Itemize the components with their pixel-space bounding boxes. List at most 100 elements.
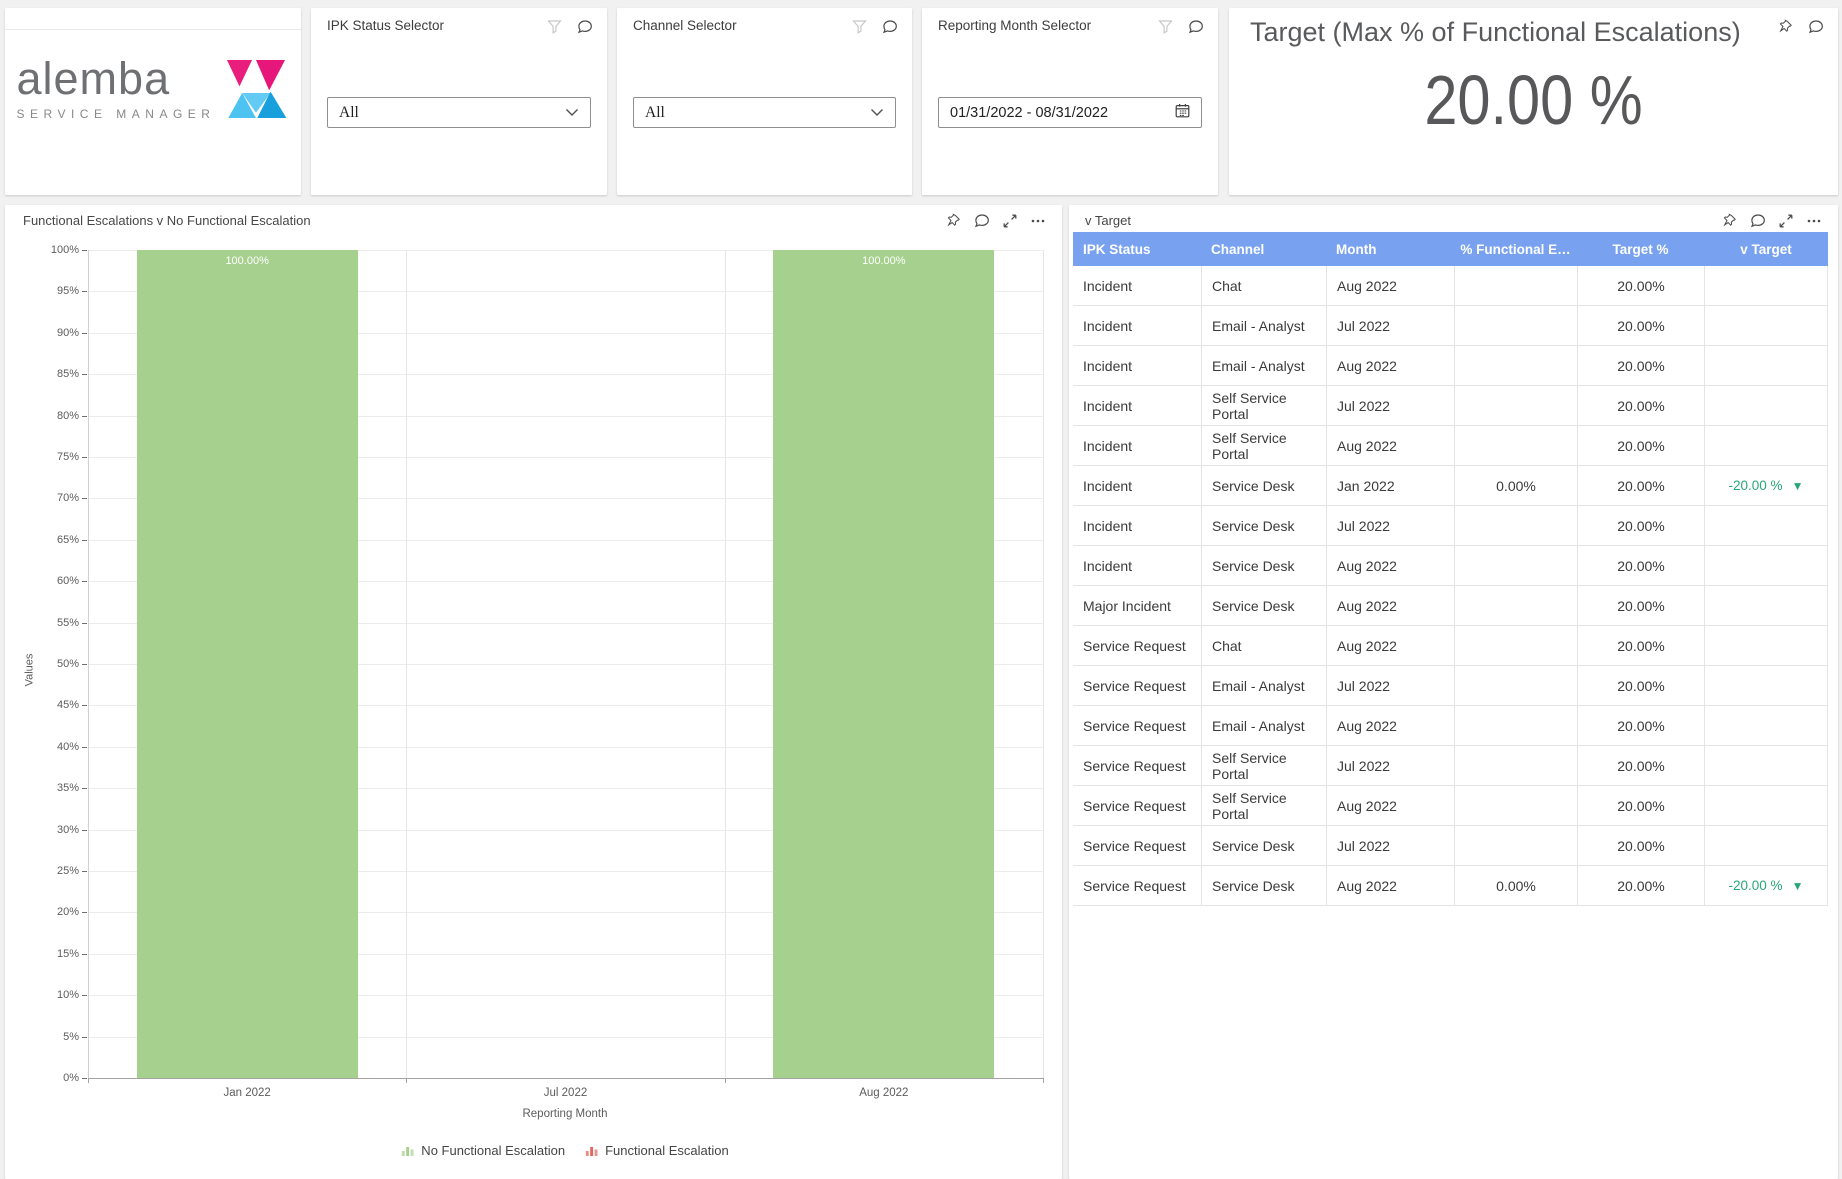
cell-target_pct: 20.00% — [1577, 586, 1704, 625]
v-target-delta-value: -20.00 % — [1729, 878, 1783, 893]
column-header-v_target[interactable]: v Target — [1704, 232, 1828, 266]
y-tick-mark — [82, 540, 87, 541]
table-row[interactable]: Service RequestSelf Service PortalAug 20… — [1073, 786, 1828, 826]
cell-ipk_status: Service Request — [1073, 746, 1201, 785]
y-tick-label: 40% — [39, 741, 79, 753]
table-panel-title: v Target — [1085, 213, 1131, 228]
y-tick-mark — [82, 250, 87, 251]
column-header-channel[interactable]: Channel — [1201, 232, 1326, 266]
y-tick-label: 15% — [39, 948, 79, 960]
y-tick-label: 0% — [39, 1072, 79, 1084]
table-row[interactable]: IncidentSelf Service PortalAug 202220.00… — [1073, 426, 1828, 466]
reporting-month-range-input[interactable]: 01/31/2022 - 08/31/2022 — [938, 97, 1202, 128]
logo-card-header-strip — [5, 8, 301, 30]
table-body: IncidentChatAug 202220.00%IncidentEmail … — [1073, 266, 1828, 906]
y-tick-label: 35% — [39, 782, 79, 794]
cell-ipk_status: Incident — [1073, 306, 1201, 345]
comment-icon[interactable] — [1749, 212, 1766, 229]
y-tick-label: 55% — [39, 617, 79, 629]
comment-icon[interactable] — [881, 18, 898, 35]
table-row[interactable]: Service RequestService DeskAug 20220.00%… — [1073, 866, 1828, 906]
table-row[interactable]: Service RequestEmail - AnalystJul 202220… — [1073, 666, 1828, 706]
cell-v_target — [1704, 306, 1828, 345]
comment-icon[interactable] — [1187, 18, 1204, 35]
cell-pct_functional — [1454, 506, 1577, 545]
bar-aug-2022[interactable] — [773, 250, 994, 1078]
y-tick-mark — [82, 995, 87, 996]
table-row[interactable]: IncidentSelf Service PortalJul 202220.00… — [1073, 386, 1828, 426]
channel-select[interactable]: All — [633, 97, 896, 128]
comment-icon[interactable] — [1807, 18, 1824, 35]
cell-channel: Email - Analyst — [1201, 306, 1326, 345]
cell-month: Jul 2022 — [1326, 666, 1454, 705]
cell-month: Jul 2022 — [1326, 746, 1454, 785]
cell-pct_functional — [1454, 706, 1577, 745]
table-row[interactable]: IncidentChatAug 202220.00% — [1073, 266, 1828, 306]
table-row[interactable]: IncidentService DeskJan 20220.00%20.00%-… — [1073, 466, 1828, 506]
cell-month: Jul 2022 — [1326, 826, 1454, 865]
target-kpi-title: Target (Max % of Functional Escalations) — [1250, 17, 1741, 48]
table-row[interactable]: Service RequestSelf Service PortalJul 20… — [1073, 746, 1828, 786]
comment-icon[interactable] — [576, 18, 593, 35]
column-header-month[interactable]: Month — [1326, 232, 1454, 266]
expand-icon[interactable] — [1777, 212, 1794, 229]
table-row[interactable]: Service RequestChatAug 202220.00% — [1073, 626, 1828, 666]
channel-selector-card: Channel Selector All — [617, 8, 912, 195]
column-header-ipk_status[interactable]: IPK Status — [1073, 232, 1201, 266]
table-row[interactable]: IncidentEmail - AnalystJul 202220.00% — [1073, 306, 1828, 346]
v-target-table: IPK StatusChannelMonth% Functional E…Tar… — [1073, 232, 1828, 906]
table-row[interactable]: IncidentService DeskJul 202220.00% — [1073, 506, 1828, 546]
y-tick-mark — [82, 1078, 87, 1079]
cell-month: Aug 2022 — [1326, 266, 1454, 305]
x-gridline — [1043, 250, 1044, 1078]
legend-item[interactable]: Functional Escalation — [585, 1143, 729, 1158]
cell-target_pct: 20.00% — [1577, 786, 1704, 825]
pin-icon[interactable] — [1777, 18, 1794, 35]
x-gridline — [406, 250, 407, 1078]
cell-target_pct: 20.00% — [1577, 666, 1704, 705]
filter-icon[interactable] — [1157, 18, 1174, 35]
cell-target_pct: 20.00% — [1577, 626, 1704, 665]
cell-pct_functional — [1454, 626, 1577, 665]
cell-target_pct: 20.00% — [1577, 746, 1704, 785]
cell-pct_functional — [1454, 386, 1577, 425]
cell-channel: Service Desk — [1201, 506, 1326, 545]
target-kpi-value: 20.00 % — [1275, 60, 1793, 140]
column-header-target_pct[interactable]: Target % — [1577, 232, 1704, 266]
cell-ipk_status: Service Request — [1073, 826, 1201, 865]
cell-target_pct: 20.00% — [1577, 466, 1704, 505]
cell-month: Jul 2022 — [1326, 306, 1454, 345]
filter-icon[interactable] — [851, 18, 868, 35]
cell-channel: Service Desk — [1201, 466, 1326, 505]
table-row[interactable]: Service RequestService DeskJul 202220.00… — [1073, 826, 1828, 866]
cell-v_target — [1704, 426, 1828, 465]
filter-icon[interactable] — [546, 18, 563, 35]
reporting-month-selector-card: Reporting Month Selector 01/31/2022 - 08… — [922, 8, 1218, 195]
cell-target_pct: 20.00% — [1577, 346, 1704, 385]
cell-target_pct: 20.00% — [1577, 426, 1704, 465]
bar-jan-2022[interactable] — [137, 250, 358, 1078]
cell-month: Aug 2022 — [1326, 706, 1454, 745]
target-kpi-card: Target (Max % of Functional Escalations)… — [1229, 8, 1838, 195]
y-tick-label: 90% — [39, 327, 79, 339]
chart-panel: Functional Escalations v No Functional E… — [5, 205, 1062, 1179]
x-category-label: Jul 2022 — [544, 1087, 587, 1099]
more-options-icon[interactable] — [1805, 212, 1822, 229]
ipk-status-select[interactable]: All — [327, 97, 591, 128]
y-tick-mark — [82, 581, 87, 582]
cell-month: Aug 2022 — [1326, 586, 1454, 625]
column-header-pct_functional[interactable]: % Functional E… — [1454, 232, 1577, 266]
x-axis-title: Reporting Month — [522, 1108, 607, 1120]
cell-ipk_status: Service Request — [1073, 626, 1201, 665]
cell-pct_functional: 0.00% — [1454, 866, 1577, 905]
cell-ipk_status: Incident — [1073, 346, 1201, 385]
x-tick-mark — [1043, 1078, 1044, 1083]
table-row[interactable]: Service RequestEmail - AnalystAug 202220… — [1073, 706, 1828, 746]
pin-icon[interactable] — [1721, 212, 1738, 229]
table-row[interactable]: IncidentEmail - AnalystAug 202220.00% — [1073, 346, 1828, 386]
table-row[interactable]: IncidentService DeskAug 202220.00% — [1073, 546, 1828, 586]
chevron-down-icon — [565, 104, 579, 122]
legend-item[interactable]: No Functional Escalation — [401, 1143, 565, 1158]
cell-pct_functional — [1454, 266, 1577, 305]
table-row[interactable]: Major IncidentService DeskAug 202220.00% — [1073, 586, 1828, 626]
